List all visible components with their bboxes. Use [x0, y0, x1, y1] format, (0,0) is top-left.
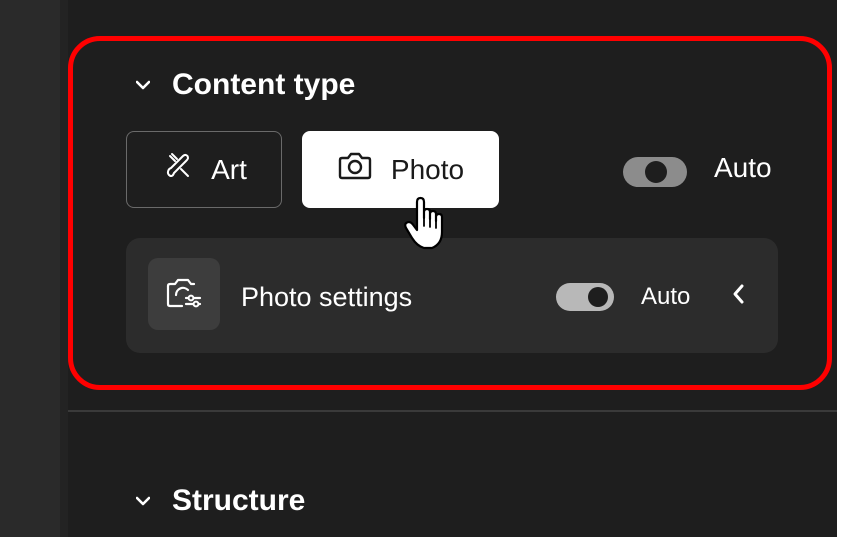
left-rail-edge — [60, 0, 68, 537]
structure-title: Structure — [172, 484, 306, 517]
chevron-down-icon — [136, 494, 150, 508]
section-divider — [68, 410, 837, 412]
structure-header[interactable]: Structure — [136, 484, 305, 518]
window-edge — [837, 0, 853, 537]
highlight-annotation — [68, 36, 832, 390]
hand-pointer-icon — [400, 194, 448, 254]
left-rail — [0, 0, 68, 537]
